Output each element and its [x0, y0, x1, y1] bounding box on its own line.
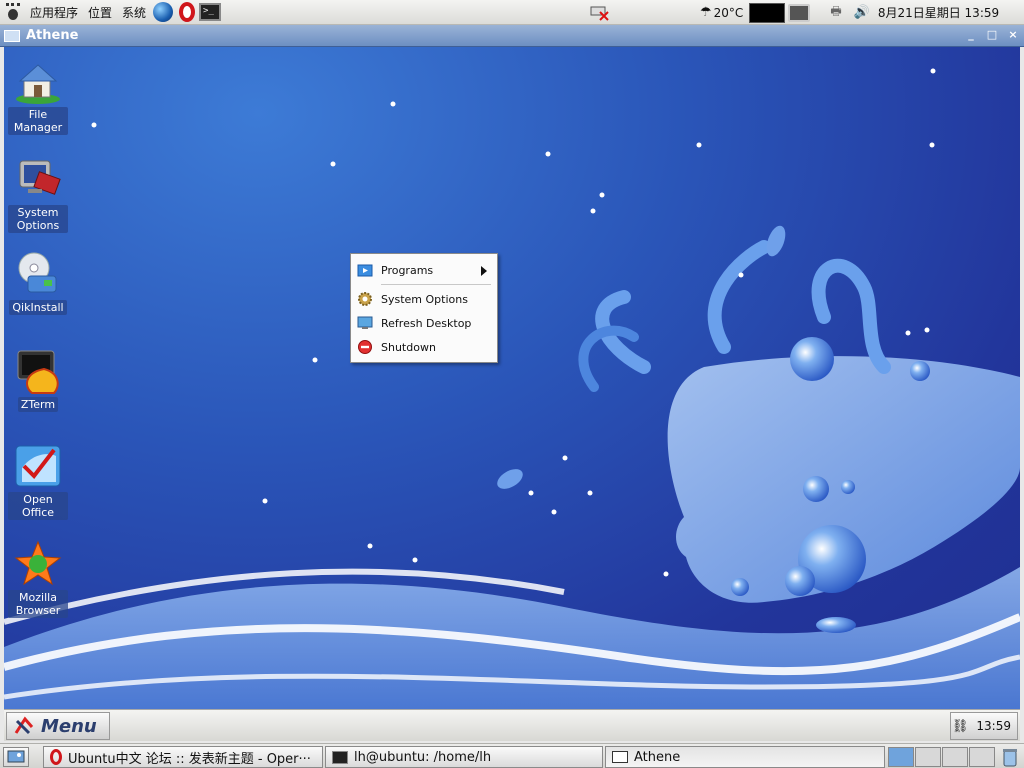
weather-icon[interactable]: ☂ — [700, 5, 712, 20]
workspace-4[interactable] — [969, 747, 995, 767]
close-button[interactable]: × — [1006, 28, 1020, 42]
terminal-icon[interactable]: >_ — [199, 3, 222, 21]
athene-logo-icon — [13, 715, 35, 737]
desktop-icon-open-office[interactable]: Open Office — [8, 442, 68, 520]
system-monitor-icon[interactable] — [749, 2, 786, 23]
menu-system[interactable]: 系统 — [117, 4, 151, 21]
opera-icon — [50, 749, 62, 765]
desktop-icon-mozilla-browser[interactable]: Mozilla Browser — [8, 540, 68, 618]
mozilla-icon — [14, 540, 62, 588]
show-desktop-icon[interactable] — [3, 747, 29, 767]
desktop[interactable]: File Manager System Options QikInstall Z… — [4, 47, 1020, 709]
shell-terminal-icon — [14, 347, 62, 395]
display-icon[interactable] — [788, 3, 811, 22]
submenu-arrow-icon — [481, 266, 487, 276]
terminal-icon — [332, 750, 348, 764]
house-icon — [14, 57, 62, 105]
bottom-panel: Ubuntu中文 论坛 :: 发表新主题 - Oper··· lh@ubuntu… — [0, 743, 1024, 768]
icon-label: QikInstall — [9, 300, 67, 315]
menu-item-system-options[interactable]: System Options — [351, 287, 497, 311]
task-label: lh@ubuntu: /home/lh — [354, 749, 492, 765]
opera-icon[interactable] — [179, 2, 196, 22]
maximize-button[interactable]: □ — [985, 28, 999, 42]
window-titlebar[interactable]: Athene _ □ × — [0, 25, 1024, 47]
desktop-icon-file-manager[interactable]: File Manager — [8, 57, 68, 135]
taskbar-item-terminal[interactable]: lh@ubuntu: /home/lh — [325, 746, 603, 768]
workspace-1[interactable] — [888, 747, 914, 767]
icon-label: Open Office — [8, 492, 68, 520]
icon-label: ZTerm — [17, 397, 59, 412]
athene-menu-bar: Menu ⛓ 13:59 — [4, 709, 1020, 741]
gear-icon — [357, 291, 373, 307]
weather-temperature[interactable]: 20°C — [714, 6, 744, 20]
taskbar-item-athene[interactable]: Athene — [605, 746, 885, 768]
icon-label: File Manager — [8, 107, 68, 135]
network-icon: ⛓ — [951, 718, 969, 734]
monitor-tools-icon — [14, 155, 62, 203]
menu-item-label: Shutdown — [381, 340, 436, 354]
gnome-foot-icon[interactable] — [4, 3, 22, 21]
stop-icon — [357, 339, 373, 355]
clock-datetime[interactable]: 8月21日星期日 13:59 — [878, 4, 999, 21]
menu-item-refresh-desktop[interactable]: Refresh Desktop — [351, 311, 497, 335]
menu-separator — [381, 284, 491, 285]
icon-label: System Options — [8, 205, 68, 233]
menu-item-label: Refresh Desktop — [381, 316, 472, 330]
athene-clock[interactable]: ⛓ 13:59 — [950, 712, 1018, 740]
window-icon — [612, 751, 628, 763]
monitor-icon — [357, 315, 373, 331]
disc-install-icon — [14, 250, 62, 298]
top-panel: 应用程序 位置 系统 >_ ☂ 20°C 🖶 🔊 8月21日星期日 13:59 — [0, 0, 1024, 25]
volume-icon[interactable]: 🔊 — [854, 5, 870, 20]
trash-icon[interactable] — [1002, 747, 1018, 767]
desktop-icon-zterm[interactable]: ZTerm — [8, 347, 68, 412]
workspace-2[interactable] — [915, 747, 941, 767]
desktop-icon-system-options[interactable]: System Options — [8, 155, 68, 233]
icon-label: Mozilla Browser — [8, 590, 68, 618]
menu-item-shutdown[interactable]: Shutdown — [351, 335, 497, 359]
office-icon — [14, 442, 62, 490]
task-label: Ubuntu中文 论坛 :: 发表新主题 - Oper··· — [68, 751, 311, 767]
window-title: Athene — [26, 28, 79, 43]
printer-icon[interactable]: 🖶 — [830, 2, 841, 23]
menu-applications[interactable]: 应用程序 — [25, 4, 83, 21]
network-disconnected-icon[interactable] — [590, 3, 610, 21]
taskbar-item-opera[interactable]: Ubuntu中文 论坛 :: 发表新主题 - Oper··· — [43, 746, 323, 768]
desktop-icon-qikinstall[interactable]: QikInstall — [8, 250, 68, 315]
menu-label: Menu — [41, 715, 97, 737]
menu-item-programs[interactable]: Programs — [351, 258, 497, 282]
wallpaper — [4, 68, 1020, 709]
athene-menu-button[interactable]: Menu — [6, 712, 110, 740]
menu-places[interactable]: 位置 — [83, 4, 117, 21]
task-label: Athene — [634, 749, 681, 765]
workspace-3[interactable] — [942, 747, 968, 767]
firefox-globe-icon[interactable] — [153, 2, 174, 22]
athene-clock-time: 13:59 — [976, 719, 1011, 733]
menu-item-label: Programs — [381, 263, 434, 277]
minimize-button[interactable]: _ — [964, 28, 978, 42]
menu-item-label: System Options — [381, 292, 468, 306]
folder-icon — [357, 262, 373, 278]
window-icon — [4, 29, 20, 42]
context-menu: Programs System Options Refresh Desktop … — [350, 253, 498, 363]
